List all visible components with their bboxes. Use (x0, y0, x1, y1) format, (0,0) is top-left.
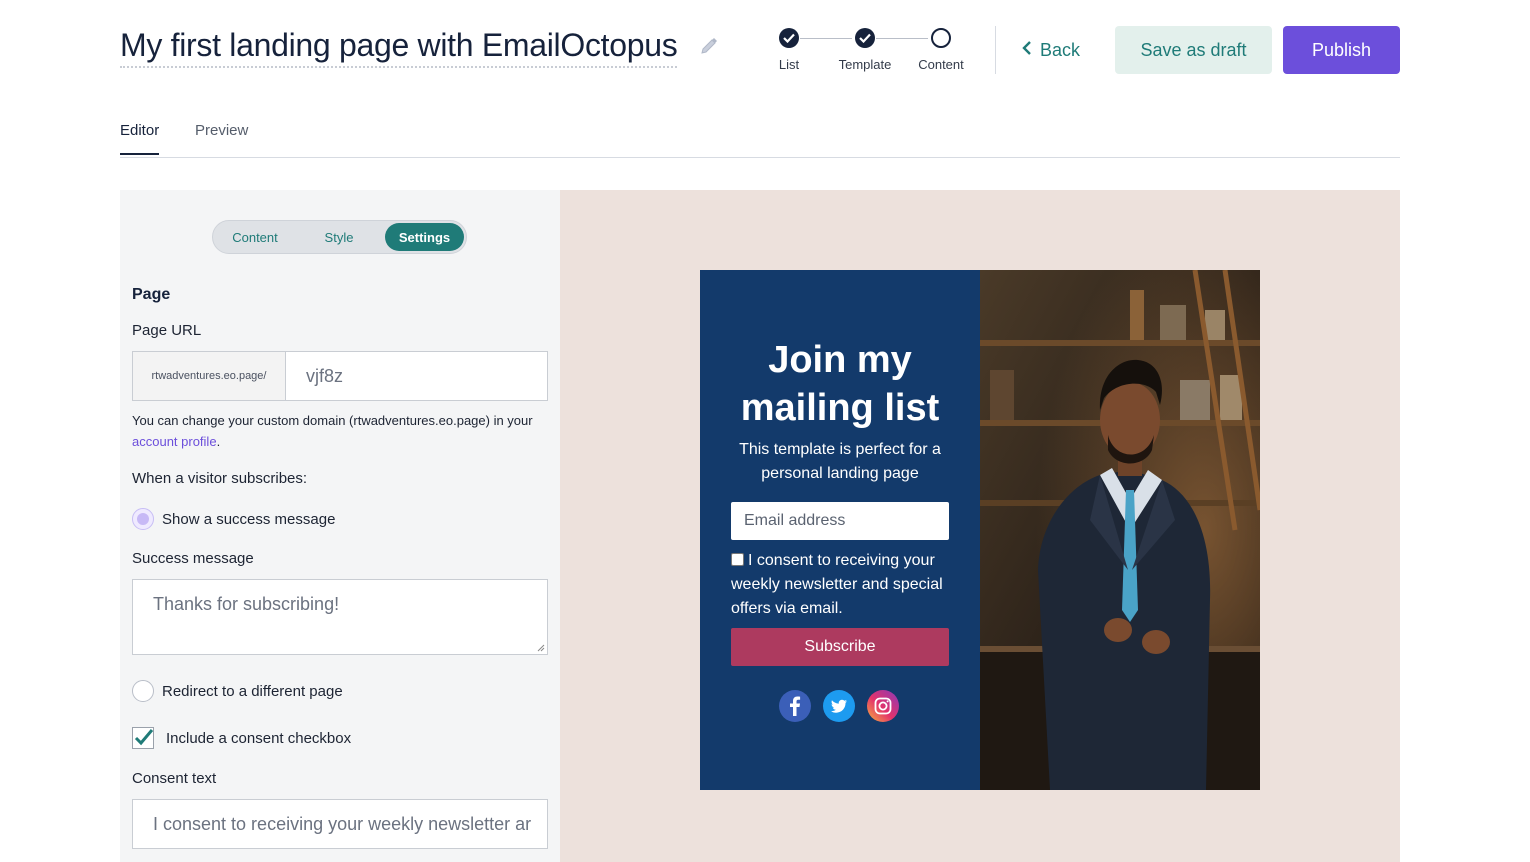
success-message-textarea[interactable]: Thanks for subscribing! (132, 579, 548, 655)
page-url-field: rtwadventures.eo.page/ vjf8z (132, 351, 548, 401)
checkbox-checked-icon[interactable] (132, 727, 154, 749)
man-in-suit-photo (980, 270, 1260, 790)
header-divider (995, 26, 996, 74)
preview-email-input[interactable]: Email address (731, 502, 949, 540)
consent-text-label: Consent text (132, 770, 217, 787)
landing-page-preview: Join my mailing list This template is pe… (560, 190, 1400, 862)
back-button[interactable]: Back (1022, 30, 1080, 70)
account-profile-link[interactable]: account profile (132, 434, 217, 449)
help-text-before: You can change your custom domain (rtwad… (132, 413, 533, 428)
tab-editor[interactable]: Editor (120, 122, 160, 155)
preview-consent: I consent to receiving your weekly newsl… (731, 549, 959, 621)
radio-success-message[interactable]: Show a success message (132, 508, 335, 530)
settings-panel: Content Style Settings Page Page URL rtw… (120, 190, 560, 862)
segment-content[interactable]: Content (215, 223, 295, 251)
pencil-icon[interactable] (699, 36, 719, 56)
editor-tabs: Editor Preview (120, 110, 1400, 158)
step-label: List (778, 57, 800, 72)
segment-style[interactable]: Style (301, 223, 377, 251)
signup-panel: Join my mailing list This template is pe… (700, 270, 980, 790)
hero-photo (980, 270, 1260, 790)
step-label: Template (838, 57, 892, 72)
radio-unselected-icon[interactable] (132, 680, 154, 702)
panel-segmented-control: Content Style Settings (212, 220, 467, 254)
page-url-label: Page URL (132, 322, 202, 339)
radio-selected-icon[interactable] (132, 508, 154, 530)
help-text-after: . (216, 434, 221, 449)
check-icon (779, 28, 799, 48)
preview-subscribe-button[interactable]: Subscribe (731, 628, 949, 666)
resize-grip-icon[interactable] (537, 644, 545, 652)
chevron-left-icon (1022, 40, 1032, 61)
success-message-value: Thanks for subscribing! (153, 594, 340, 614)
domain-help-text: You can change your custom domain (rtwad… (132, 410, 552, 452)
check-icon (855, 28, 875, 48)
social-links (779, 690, 899, 722)
checkbox-label: Include a consent checkbox (166, 729, 352, 747)
step-list[interactable]: List (759, 26, 819, 72)
step-content[interactable]: Content (911, 26, 971, 72)
twitter-icon[interactable] (823, 690, 855, 722)
step-template[interactable]: Template (835, 26, 895, 72)
preview-heading: Join my mailing list (740, 339, 940, 429)
subscribe-behavior-label: When a visitor subscribes: (132, 470, 308, 487)
step-label: Content (918, 57, 964, 72)
radio-label: Redirect to a different page (162, 682, 343, 700)
page-title[interactable]: My first landing page with EmailOctopus (120, 26, 678, 68)
circle-icon (931, 28, 951, 48)
back-label: Back (1040, 39, 1081, 60)
instagram-icon[interactable] (867, 690, 899, 722)
consent-text-input[interactable]: I consent to receiving your weekly newsl… (132, 799, 548, 849)
save-draft-button[interactable]: Save as draft (1115, 26, 1272, 74)
consent-checkbox-row[interactable]: Include a consent checkbox (132, 727, 351, 749)
preview-consent-checkbox[interactable] (731, 553, 744, 566)
url-prefix: rtwadventures.eo.page/ (133, 352, 286, 400)
facebook-icon[interactable] (779, 690, 811, 722)
url-slug-input[interactable]: vjf8z (286, 352, 547, 400)
preview-subheading: This template is perfect for a personal … (739, 441, 941, 482)
progress-stepper: List Template Content (770, 26, 970, 76)
success-message-label: Success message (132, 550, 254, 567)
preview-consent-text: I consent to receiving your weekly newsl… (731, 552, 943, 617)
preview-card: Join my mailing list This template is pe… (700, 270, 1260, 790)
section-title: Page (132, 286, 171, 303)
radio-label: Show a success message (162, 510, 336, 528)
radio-redirect[interactable]: Redirect to a different page (132, 680, 343, 702)
tab-preview[interactable]: Preview (195, 122, 248, 153)
publish-button[interactable]: Publish (1283, 26, 1400, 74)
segment-settings[interactable]: Settings (385, 223, 464, 251)
